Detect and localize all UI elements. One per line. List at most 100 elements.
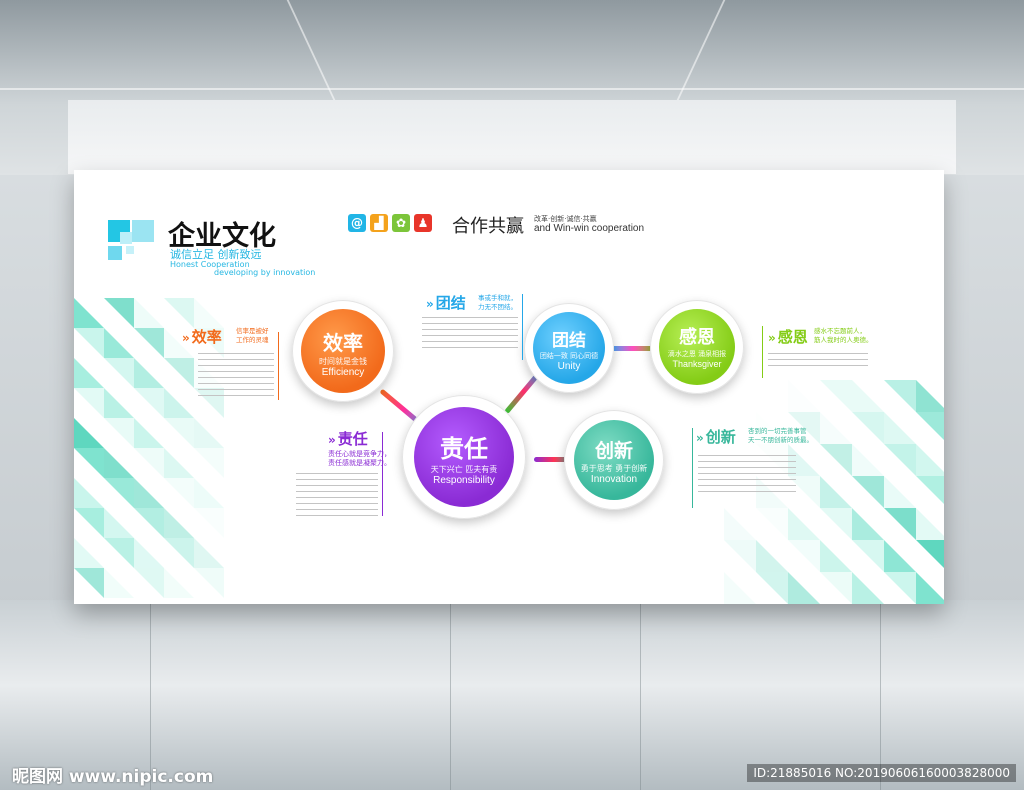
pattern-triangle (74, 388, 104, 418)
pattern-triangle (74, 328, 104, 358)
pattern-triangle (916, 508, 944, 540)
pattern-triangle (134, 448, 164, 478)
pattern-triangle (104, 358, 134, 388)
section-innovation-title: 创新 (705, 428, 736, 446)
section-unity-bar (522, 294, 523, 360)
pattern-triangle (820, 476, 852, 508)
floor-line (450, 600, 451, 790)
node-innovation: 创新 勇于思考 勇于创新 Innovation (564, 410, 664, 510)
logo-square (132, 220, 154, 242)
pattern-triangle (788, 540, 820, 572)
pattern-triangle (104, 538, 134, 568)
section-innovation-text (698, 450, 796, 497)
pattern-triangle (884, 444, 916, 476)
pattern-triangle (194, 418, 224, 448)
section-unity-tag: 事或手和就， 力无不团结。 (478, 294, 517, 312)
node-innovation-title: 创新 (594, 440, 633, 462)
pattern-triangle (74, 418, 104, 448)
pattern-triangle (74, 448, 104, 478)
culture-board: 企业文化 诚信立足 创新致远 Honest Cooperation develo… (74, 170, 944, 604)
coop-title: 合作共赢 (452, 216, 524, 237)
pattern-triangle (134, 358, 164, 388)
section-efficiency-heading: » 效率 (182, 326, 222, 347)
node-thanks-tagline: 滴水之恩 涌泉相报 (667, 350, 727, 358)
node-unity: 团结 团结一致 同心同德 Unity (524, 303, 614, 393)
node-innovation-disc: 创新 勇于思考 勇于创新 Innovation (574, 420, 654, 500)
pattern-triangle (134, 298, 164, 328)
pattern-triangle (104, 568, 134, 598)
pattern-triangle (916, 444, 944, 476)
pattern-triangle (884, 476, 916, 508)
pattern-triangle (788, 572, 820, 604)
section-efficiency-tag-1: 信率是被好 (236, 327, 269, 335)
pattern-triangle (74, 478, 104, 508)
pattern-triangle (820, 380, 852, 412)
pattern-triangle (164, 388, 194, 418)
section-innovation-heading: » 创新 (696, 426, 736, 447)
section-thanks-title: 感恩 (777, 328, 808, 346)
board-frame (68, 100, 956, 174)
node-unity-tagline: 团结一致 同心同德 (539, 352, 599, 360)
pattern-triangle (884, 508, 916, 540)
arrow-icon: » (768, 331, 776, 345)
pattern-triangle (104, 448, 134, 478)
arrow-icon: » (426, 297, 434, 311)
pattern-triangle (852, 540, 884, 572)
pattern-triangle (724, 572, 756, 604)
node-efficiency: 效率 时间就是金钱 Efficiency (292, 300, 394, 402)
pattern-triangle (756, 540, 788, 572)
pattern-triangle (820, 572, 852, 604)
pattern-triangle (104, 298, 134, 328)
node-unity-en: Unity (557, 361, 581, 372)
pattern-triangle (194, 478, 224, 508)
pattern-triangle (820, 508, 852, 540)
watermark-id: ID:21885016 NO:20190606160003828000 (747, 764, 1016, 782)
floor-line (640, 600, 641, 790)
node-thanks-title: 感恩 (679, 327, 715, 348)
section-responsibility-title: 责任 (337, 430, 368, 448)
section-innovation-tag-1: 杏到的一切完善事管 (748, 427, 807, 435)
arrow-icon: » (182, 331, 190, 345)
pattern-triangle (134, 568, 164, 598)
node-efficiency-en: Efficiency (321, 367, 365, 378)
pattern-triangle (724, 508, 756, 540)
pattern-triangle (164, 448, 194, 478)
pattern-triangle (134, 388, 164, 418)
arrow-icon: » (328, 433, 336, 447)
pattern-triangle (884, 572, 916, 604)
section-innovation-tag-2: 天一不朋创新的质最。 (748, 436, 813, 444)
pattern-triangle (104, 508, 134, 538)
section-efficiency-tag: 信率是被好 工作的灵魂 (236, 327, 269, 345)
pattern-triangle (756, 572, 788, 604)
node-innovation-en: Innovation (590, 474, 638, 485)
logo-square (126, 246, 134, 254)
pattern-triangle (164, 298, 194, 328)
node-thanks: 感恩 滴水之恩 涌泉相报 Thanksgiver (650, 300, 744, 394)
node-efficiency-disc: 效率 时间就是金钱 Efficiency (301, 309, 385, 393)
pattern-triangle (852, 508, 884, 540)
pattern-triangle (194, 448, 224, 478)
pattern-triangle (164, 418, 194, 448)
floor-line (880, 600, 881, 790)
pattern-triangle (74, 358, 104, 388)
flower-icon: ✿ (392, 214, 410, 232)
pattern-triangle (916, 572, 944, 604)
pattern-triangle (134, 538, 164, 568)
arrow-icon: » (696, 431, 704, 445)
pattern-triangle (916, 412, 944, 444)
pattern-triangle (134, 328, 164, 358)
pattern-triangle (884, 380, 916, 412)
pattern-triangle (852, 444, 884, 476)
pattern-triangle (134, 418, 164, 448)
slogan-en-2: developing by innovation (214, 268, 316, 277)
pattern-triangle (820, 540, 852, 572)
node-responsibility: 责任 天下兴亡 匹夫有责 Responsibility (402, 395, 526, 519)
pattern-triangle (852, 380, 884, 412)
pattern-triangle (194, 298, 224, 328)
pattern-triangle (164, 508, 194, 538)
section-unity-text (422, 312, 518, 353)
node-thanks-disc: 感恩 滴水之恩 涌泉相报 Thanksgiver (659, 309, 735, 385)
pattern-triangle (820, 444, 852, 476)
pattern-triangle (164, 568, 194, 598)
section-efficiency-bar (278, 332, 279, 400)
